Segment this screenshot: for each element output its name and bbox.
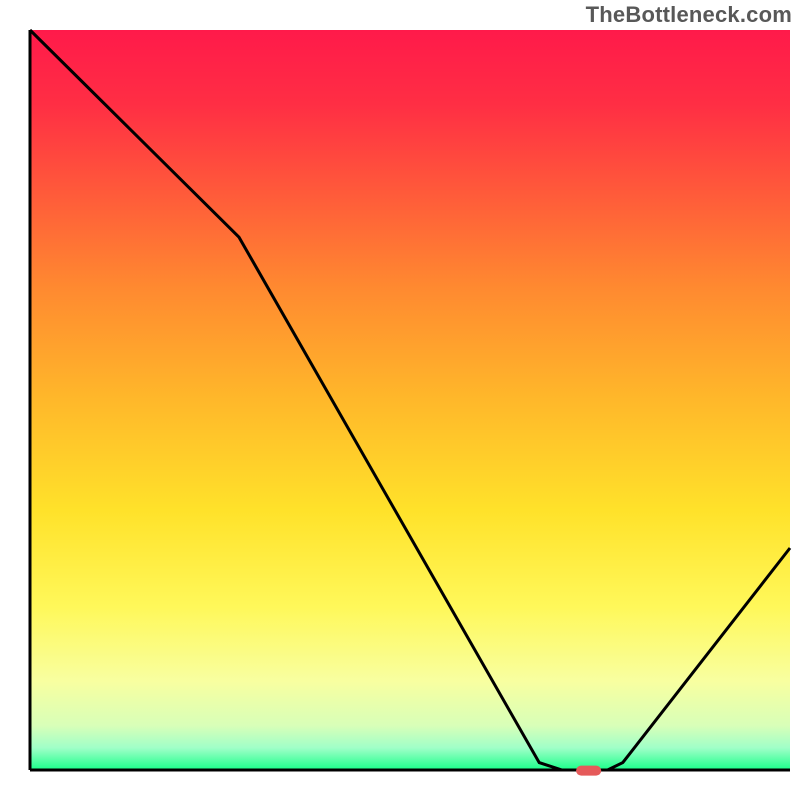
optimal-marker [576, 766, 601, 776]
watermark-label: TheBottleneck.com [586, 2, 792, 28]
chart-container: { "watermark": "TheBottleneck.com", "cha… [0, 0, 800, 800]
bottleneck-chart [0, 0, 800, 800]
